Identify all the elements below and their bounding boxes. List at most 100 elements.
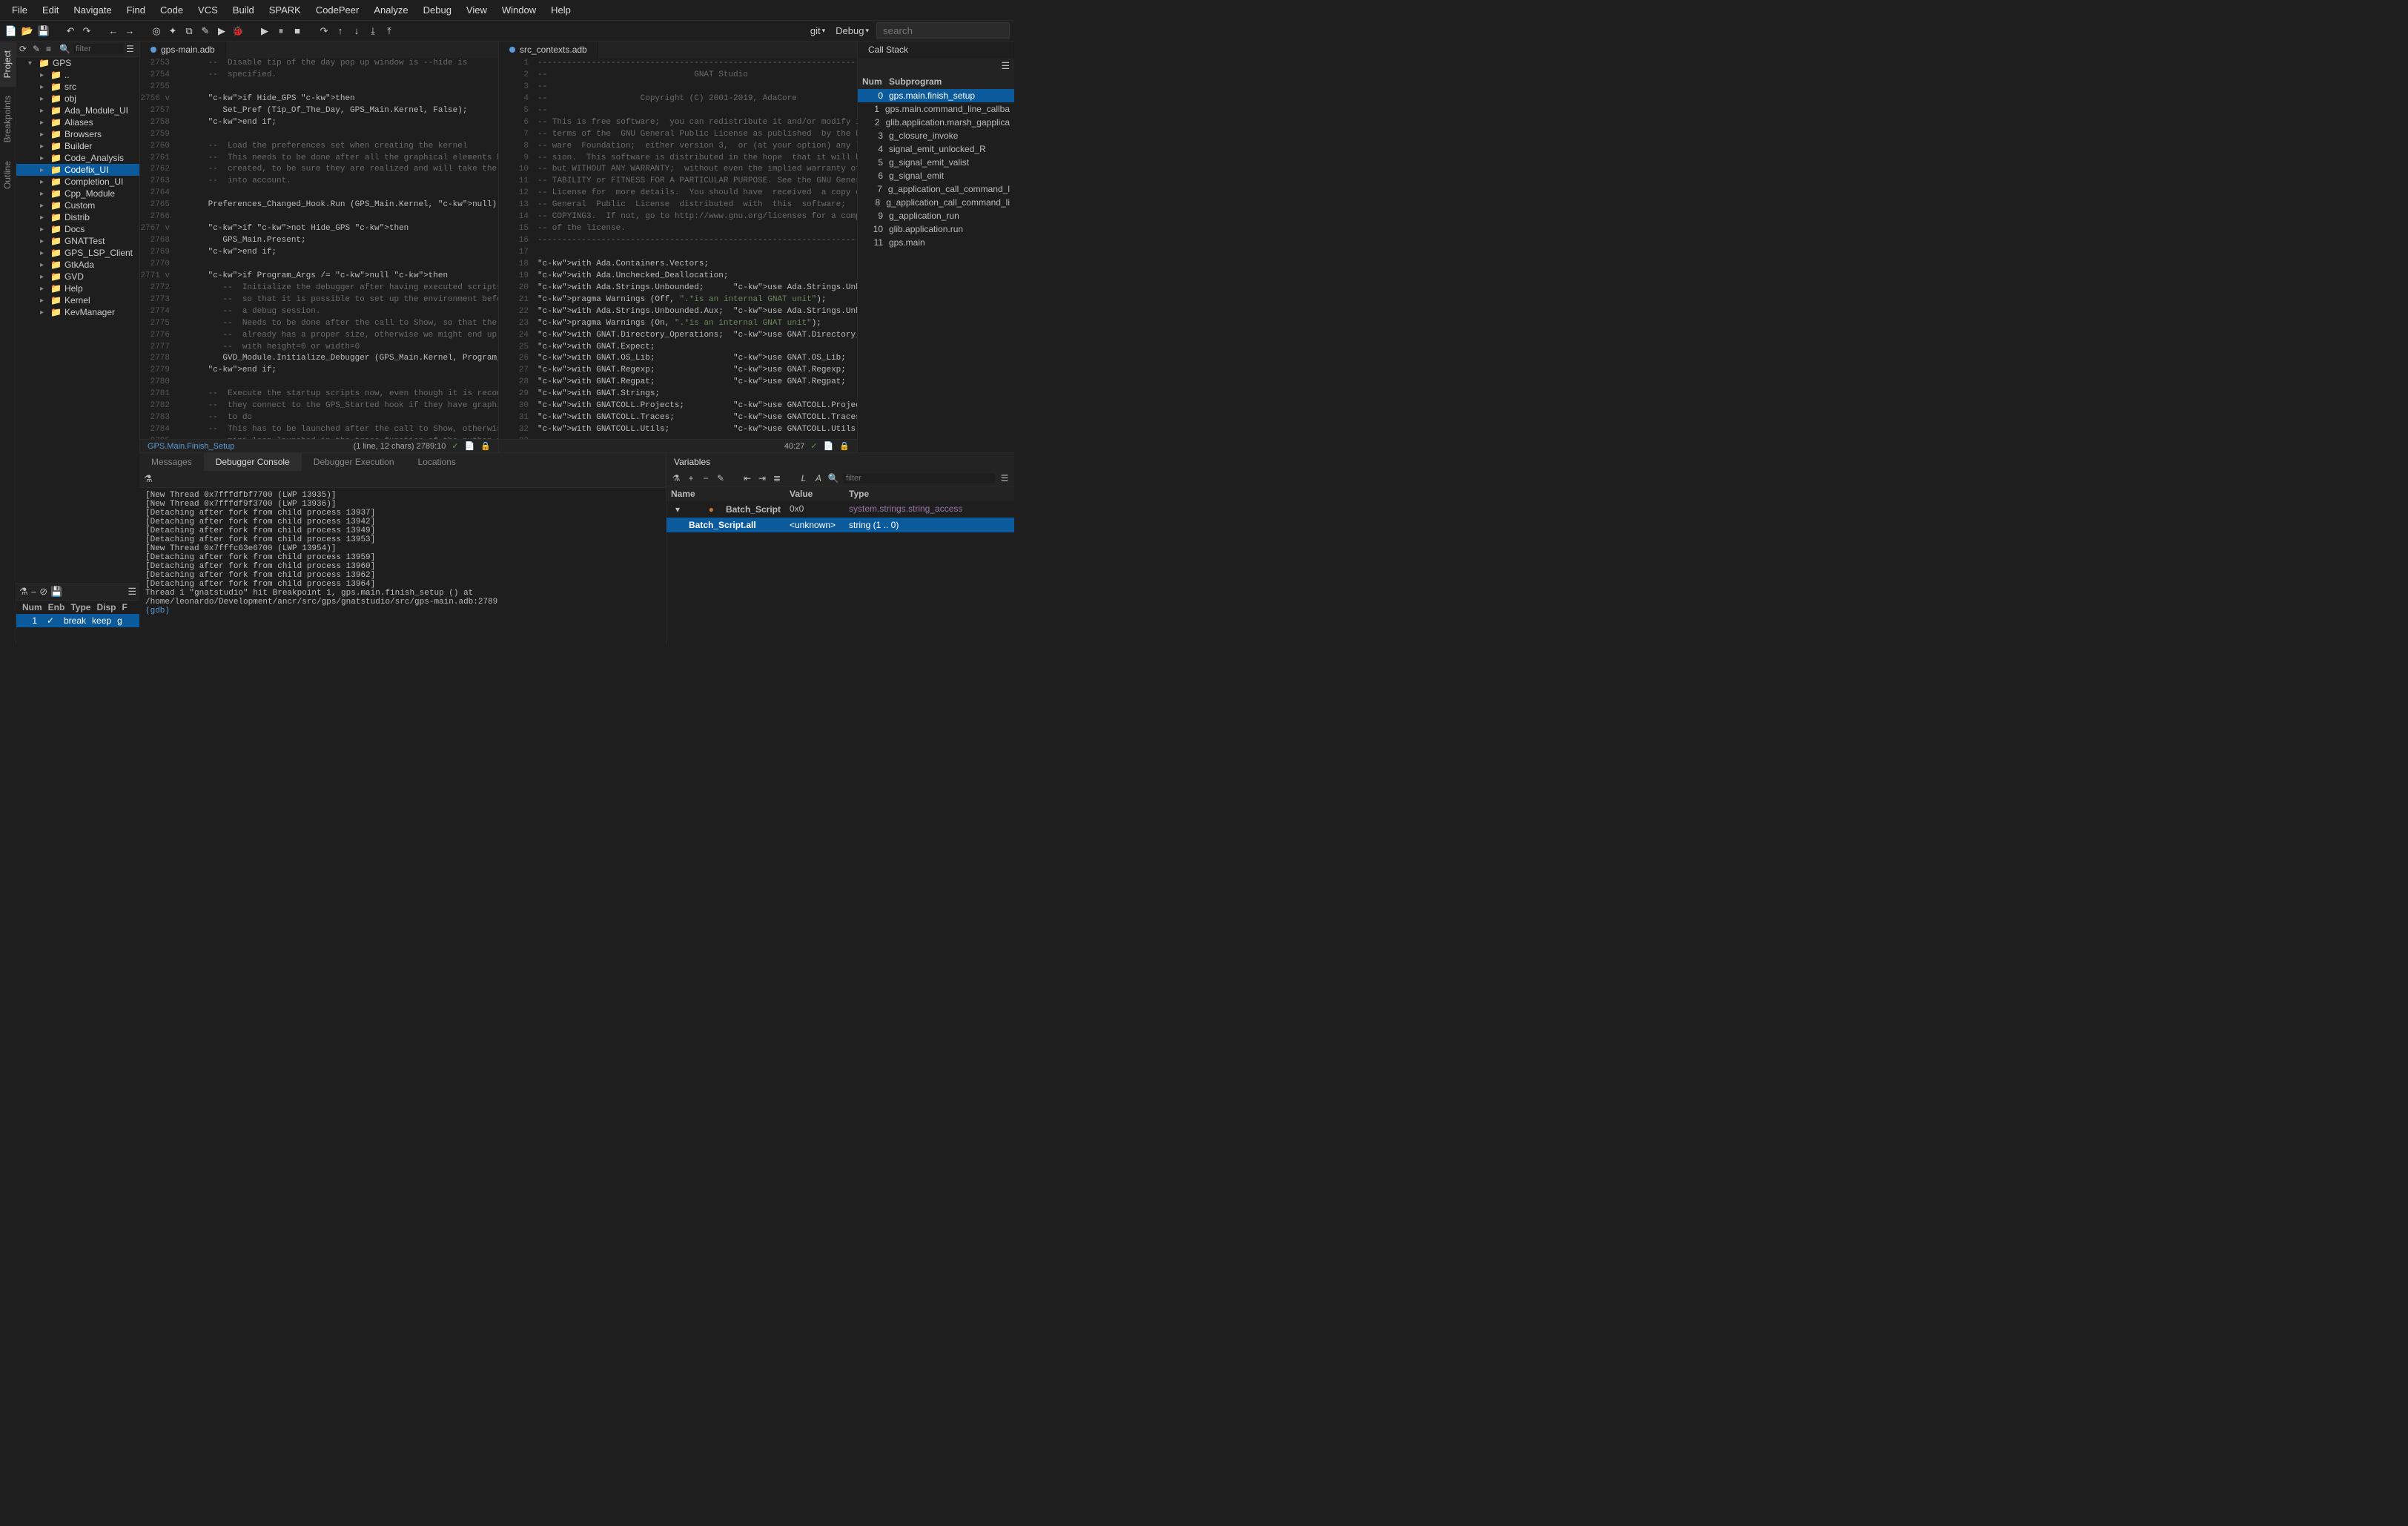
code-line[interactable]: 2753 -- Disable tip of the day pop up wi… xyxy=(140,58,498,70)
code-line[interactable]: 2782 -- they connect to the GPS_Started … xyxy=(140,400,498,412)
code-text[interactable] xyxy=(176,188,498,199)
gutter[interactable]: 9 xyxy=(499,153,535,165)
code-text[interactable]: -- Disable tip of the day pop up window … xyxy=(176,58,498,70)
gutter[interactable]: 2762 xyxy=(140,164,176,176)
code-line[interactable]: 18"c-kw">with Ada.Containers.Vectors; xyxy=(499,259,857,271)
callstack-row[interactable]: 10glib.application.run xyxy=(858,222,1014,236)
menu-edit[interactable]: Edit xyxy=(35,1,66,19)
code-line[interactable]: 2769 "c-kw">end if; xyxy=(140,247,498,259)
gutter[interactable]: 2771 v xyxy=(140,271,176,283)
gutter[interactable]: 2755 xyxy=(140,82,176,93)
vcs-selector[interactable]: git▾ xyxy=(807,24,828,38)
breakpoint-row[interactable]: 1 ✓ break keep g xyxy=(16,614,139,627)
variable-row[interactable]: Batch_Script.all<unknown>string (1 .. 0) xyxy=(666,518,1014,532)
gutter[interactable]: 2756 v xyxy=(140,93,176,105)
code-line[interactable]: 2754 -- specified. xyxy=(140,70,498,82)
variables-filter-input[interactable] xyxy=(843,473,995,483)
sidetab-project[interactable]: Project xyxy=(0,42,16,87)
code-text[interactable]: "c-kw">end if; xyxy=(176,247,498,259)
code-line[interactable]: 2766 xyxy=(140,211,498,223)
code-line[interactable]: 2775 -- Needs to be done after the call … xyxy=(140,318,498,330)
gutter[interactable]: 2765 xyxy=(140,199,176,211)
callstack-row[interactable]: 5g_signal_emit_valist xyxy=(858,156,1014,169)
code-text[interactable]: -- xyxy=(535,82,857,93)
gutter[interactable]: 27 xyxy=(499,365,535,377)
menu-debug[interactable]: Debug xyxy=(416,1,459,19)
menu-window[interactable]: Window xyxy=(494,1,543,19)
gutter[interactable]: 21 xyxy=(499,294,535,306)
code-text[interactable]: -- already has a proper size, otherwise … xyxy=(176,330,498,342)
code-text[interactable]: "c-kw">with GNAT.Directory_Operations; "… xyxy=(535,330,857,342)
hamburger-icon[interactable]: ☰ xyxy=(128,586,136,598)
callstack-row[interactable]: 4signal_emit_unlocked_R xyxy=(858,142,1014,156)
continue-icon[interactable]: ▶ xyxy=(258,24,271,38)
code-text[interactable] xyxy=(176,211,498,223)
code-line[interactable]: 4-- Copyright (C) 2001-2019, AdaCore xyxy=(499,93,857,105)
code-text[interactable]: -- terms of the GNU General Public Licen… xyxy=(535,129,857,141)
code-line[interactable]: 7-- terms of the GNU General Public Lice… xyxy=(499,129,857,141)
gutter[interactable]: 23 xyxy=(499,318,535,330)
code-text[interactable]: -- Execute the startup scripts now, even… xyxy=(176,389,498,400)
code-line[interactable]: 2777 -- with height=0 or width=0 xyxy=(140,342,498,354)
gutter[interactable]: 1 xyxy=(499,58,535,70)
tree-item[interactable]: ▸📁Docs xyxy=(16,223,139,235)
menu-view[interactable]: View xyxy=(459,1,494,19)
code-text[interactable]: -- GNAT Studio xyxy=(535,70,857,82)
code-line[interactable]: 2778 GVD_Module.Initialize_Debugger (GPS… xyxy=(140,353,498,365)
code-text[interactable]: "c-kw">with Ada.Strings.Unbounded.Aux; "… xyxy=(535,306,857,318)
gutter[interactable]: 19 xyxy=(499,271,535,283)
code-text[interactable]: -- a debug session. xyxy=(176,306,498,318)
code-line[interactable]: 2768 GPS_Main.Present; xyxy=(140,235,498,247)
gdb-prompt[interactable]: (gdb) xyxy=(145,607,660,615)
build-icon[interactable]: ▶ xyxy=(215,24,228,38)
bp-save-icon[interactable]: 💾 xyxy=(50,586,62,598)
code-line[interactable]: 2767 v "c-kw">if "c-kw">not Hide_GPS "c-… xyxy=(140,223,498,235)
code-line[interactable]: 5-- xyxy=(499,105,857,117)
gutter[interactable]: 2 xyxy=(499,70,535,82)
gutter[interactable]: 22 xyxy=(499,306,535,318)
indent-left-icon[interactable]: ⇤ xyxy=(742,473,752,483)
compass-icon[interactable]: ✦ xyxy=(166,24,179,38)
code-text[interactable]: -- into account. xyxy=(176,176,498,188)
gutter[interactable]: 2769 xyxy=(140,247,176,259)
code-text[interactable]: -- License for more details. You should … xyxy=(535,188,857,199)
new-file-icon[interactable]: 📄 xyxy=(4,24,18,38)
bottom-tab-locations[interactable]: Locations xyxy=(406,453,468,471)
code-text[interactable]: "c-kw">with GNAT.Expect; xyxy=(535,342,857,354)
code-line[interactable]: 2764 xyxy=(140,188,498,199)
code-line[interactable]: 23"c-kw">pragma Warnings (On, ".*is an i… xyxy=(499,318,857,330)
gutter[interactable]: 8 xyxy=(499,141,535,153)
gutter[interactable]: 20 xyxy=(499,283,535,294)
callstack-tab[interactable]: Call Stack xyxy=(858,42,1014,58)
undo-icon[interactable]: ↶ xyxy=(64,24,77,38)
code-line[interactable]: 2765 Preferences_Changed_Hook.Run (GPS_M… xyxy=(140,199,498,211)
code-line[interactable]: 31"c-kw">with GNATCOLL.Traces; "c-kw">us… xyxy=(499,412,857,424)
code-text[interactable]: -- TABILITY or FITNESS FOR A PARTICULAR … xyxy=(535,176,857,188)
tree-item[interactable]: ▸📁Ada_Module_UI xyxy=(16,105,139,116)
save-icon[interactable]: 💾 xyxy=(37,24,50,38)
code-text[interactable]: -- created, to be sure they are realized… xyxy=(176,164,498,176)
code-line[interactable]: 3-- xyxy=(499,82,857,93)
chevron-down-icon[interactable]: ▾ xyxy=(671,503,701,515)
code-editor[interactable]: 1---------------------------------------… xyxy=(499,58,857,439)
code-text[interactable]: Preferences_Changed_Hook.Run (GPS_Main.K… xyxy=(176,199,498,211)
code-text[interactable]: "c-kw">with GNATCOLL.Utils; "c-kw">use G… xyxy=(535,424,857,436)
gutter[interactable]: 30 xyxy=(499,400,535,412)
gutter[interactable]: 2777 xyxy=(140,342,176,354)
gutter[interactable]: 10 xyxy=(499,164,535,176)
gutter[interactable]: 2770 xyxy=(140,259,176,271)
code-text[interactable] xyxy=(176,129,498,141)
gutter[interactable]: 4 xyxy=(499,93,535,105)
code-text[interactable]: "c-kw">with GNAT.Strings; xyxy=(535,389,857,400)
code-text[interactable]: -- Copyright (C) 2001-2019, AdaCore xyxy=(535,93,857,105)
code-line[interactable]: 2760 -- Load the preferences set when cr… xyxy=(140,141,498,153)
font-icon[interactable]: A xyxy=(813,473,824,483)
code-text[interactable]: "c-kw">with GNAT.OS_Lib; "c-kw">use GNAT… xyxy=(535,353,857,365)
bug-icon[interactable]: 🐞 xyxy=(231,24,245,38)
target-icon[interactable]: ◎ xyxy=(150,24,163,38)
code-text[interactable]: "c-kw">pragma Warnings (On, ".*is an int… xyxy=(535,318,857,330)
code-line[interactable]: 2772 -- Initialize the debugger after ha… xyxy=(140,283,498,294)
tree-item[interactable]: ▸📁obj xyxy=(16,93,139,105)
nav-back-icon[interactable]: ← xyxy=(107,24,120,38)
gutter[interactable]: 2781 xyxy=(140,389,176,400)
